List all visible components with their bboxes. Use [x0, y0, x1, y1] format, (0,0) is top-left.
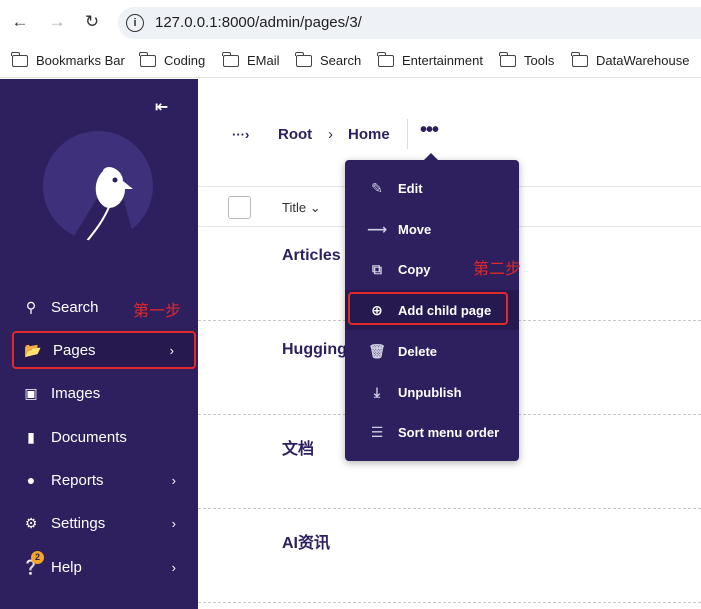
bookmark-bookmarks-bar[interactable]: Bookmarks Bar — [11, 51, 125, 68]
arrow-right-icon: ⟶ — [367, 220, 388, 237]
sidebar-item-label: Help — [51, 558, 82, 576]
menu-item-edit[interactable]: ✎ Edit — [345, 168, 519, 208]
menu-item-label: Sort menu order — [398, 424, 500, 440]
back-icon[interactable]: ← — [9, 11, 31, 33]
chevron-right-icon: › — [171, 472, 176, 488]
document-icon: ▮ — [27, 428, 35, 445]
sidebar-item-settings[interactable]: ⚙ Settings › — [12, 504, 196, 542]
help-icon: ❔ 2 — [22, 550, 44, 576]
chevron-right-icon: › — [169, 342, 174, 358]
menu-item-label: Delete — [398, 343, 438, 359]
pencil-icon: ✎ — [371, 179, 383, 196]
menu-item-label: Edit — [398, 180, 423, 196]
column-header-title[interactable]: Title ⌄ — [282, 200, 321, 216]
row-title[interactable]: 文档 — [282, 435, 314, 459]
menu-item-sort-menu-order[interactable]: ☰ Sort menu order — [345, 412, 519, 452]
gear-icon: ⚙ — [24, 514, 38, 531]
row-title[interactable]: Hugging — [282, 341, 347, 359]
breadcrumb-root[interactable]: Root — [278, 126, 312, 143]
bookmark-label: Entertainment — [402, 53, 483, 68]
chevron-down-icon: ⌄ — [309, 200, 321, 215]
bookmark-email[interactable]: EMail — [222, 51, 280, 68]
forward-icon[interactable]: → — [46, 11, 68, 33]
sidebar: ⇤ ⚲ Search 第一步 📂 Pages › ▣ Images ▮ Docu… — [0, 79, 198, 609]
bookmark-label: EMail — [247, 53, 280, 68]
menu-item-label: Copy — [398, 261, 431, 277]
folder-icon — [377, 51, 394, 67]
menu-item-label: Move — [398, 221, 432, 237]
bird-icon — [71, 167, 135, 241]
bookmark-label: DataWarehouse — [596, 53, 690, 68]
select-all-checkbox[interactable] — [228, 196, 251, 219]
sidebar-item-label: Reports — [51, 471, 104, 489]
breadcrumb-home[interactable]: Home — [348, 126, 390, 143]
sidebar-item-label: Settings — [51, 514, 106, 532]
bookmark-search[interactable]: Search — [295, 51, 362, 68]
address-bar[interactable]: i 127.0.0.1:8000/admin/pages/3/ — [118, 7, 701, 39]
folder-icon — [11, 51, 28, 67]
menu-item-label: Unpublish — [398, 384, 462, 400]
sidebar-item-pages[interactable]: 📂 Pages › — [12, 331, 196, 369]
sidebar-item-label: Documents — [51, 428, 127, 446]
menu-item-add-child-page[interactable]: ⊕ Add child page — [345, 290, 519, 330]
copy-icon: ⧉ — [372, 260, 382, 277]
trash-icon: 🗑 — [368, 342, 386, 359]
column-header-label: Title — [282, 200, 307, 215]
globe-icon: ● — [26, 472, 36, 488]
bookmark-datawarehouse[interactable]: DataWarehouse — [571, 51, 690, 68]
row-title[interactable]: AI资讯 — [282, 529, 330, 553]
bookmark-label: Search — [320, 53, 362, 68]
reload-icon[interactable]: ↻ — [81, 11, 103, 33]
menu-item-delete[interactable]: 🗑 Delete — [345, 331, 519, 371]
collapse-sidebar-icon[interactable]: ⇤ — [155, 97, 168, 117]
chevron-right-icon: › — [171, 559, 176, 575]
menu-item-move[interactable]: ⟶ Move — [345, 209, 519, 249]
search-icon: ⚲ — [25, 298, 37, 315]
step-one-annotation: 第一步 — [133, 303, 182, 320]
folder-icon — [571, 51, 588, 67]
step-two-annotation: 第二步 — [473, 261, 522, 278]
bookmark-label: Tools — [524, 53, 555, 68]
url-text: 127.0.0.1:8000/admin/pages/3/ — [155, 14, 362, 31]
browser-toolbar: ← → ↻ i 127.0.0.1:8000/admin/pages/3/ — [0, 0, 701, 46]
folder-icon — [139, 51, 156, 67]
notification-badge: 2 — [31, 550, 44, 564]
sidebar-item-help[interactable]: ❔ 2 Help › — [12, 548, 196, 586]
sidebar-item-label: Pages — [53, 341, 96, 359]
bookmark-label: Bookmarks Bar — [36, 53, 125, 68]
folder-icon — [295, 51, 312, 67]
breadcrumb-separator-icon: › — [328, 126, 333, 143]
wagtail-logo[interactable] — [43, 131, 153, 241]
sidebar-item-images[interactable]: ▣ Images — [12, 374, 196, 412]
info-icon[interactable]: i — [126, 14, 144, 32]
highlight-box — [348, 292, 508, 325]
bookmark-tools[interactable]: Tools — [499, 51, 555, 68]
divider — [407, 119, 408, 149]
menu-item-unpublish[interactable]: ⤓ Unpublish — [345, 372, 519, 412]
image-icon: ▣ — [24, 384, 38, 401]
bookmark-coding[interactable]: Coding — [139, 51, 206, 68]
sidebar-item-label: Search — [51, 298, 99, 316]
bookmark-label: Coding — [164, 53, 206, 68]
folder-icon — [222, 51, 239, 67]
folder-icon — [499, 51, 516, 67]
chevron-right-icon: › — [171, 515, 176, 531]
breadcrumb-expand-icon[interactable]: ···› — [232, 127, 249, 142]
row-title[interactable]: Articles — [282, 247, 341, 265]
list-icon: ☰ — [370, 423, 384, 440]
table-row[interactable]: AI资讯 — [198, 510, 701, 603]
bookmark-entertainment[interactable]: Entertainment — [377, 51, 483, 68]
more-actions-icon[interactable]: ••• — [420, 119, 439, 142]
sidebar-item-label: Images — [51, 384, 101, 402]
sidebar-item-reports[interactable]: ● Reports › — [12, 461, 196, 499]
sidebar-item-documents[interactable]: ▮ Documents — [12, 418, 196, 456]
folder-open-icon: 📂 — [24, 341, 42, 358]
page-actions-menu: ✎ Edit ⟶ Move ⧉ Copy ⊕ Add child page 🗑 … — [345, 153, 519, 461]
bookmarks-bar: Bookmarks Bar Coding EMail Search Entert… — [0, 46, 701, 78]
download-icon: ⤓ — [373, 383, 381, 400]
